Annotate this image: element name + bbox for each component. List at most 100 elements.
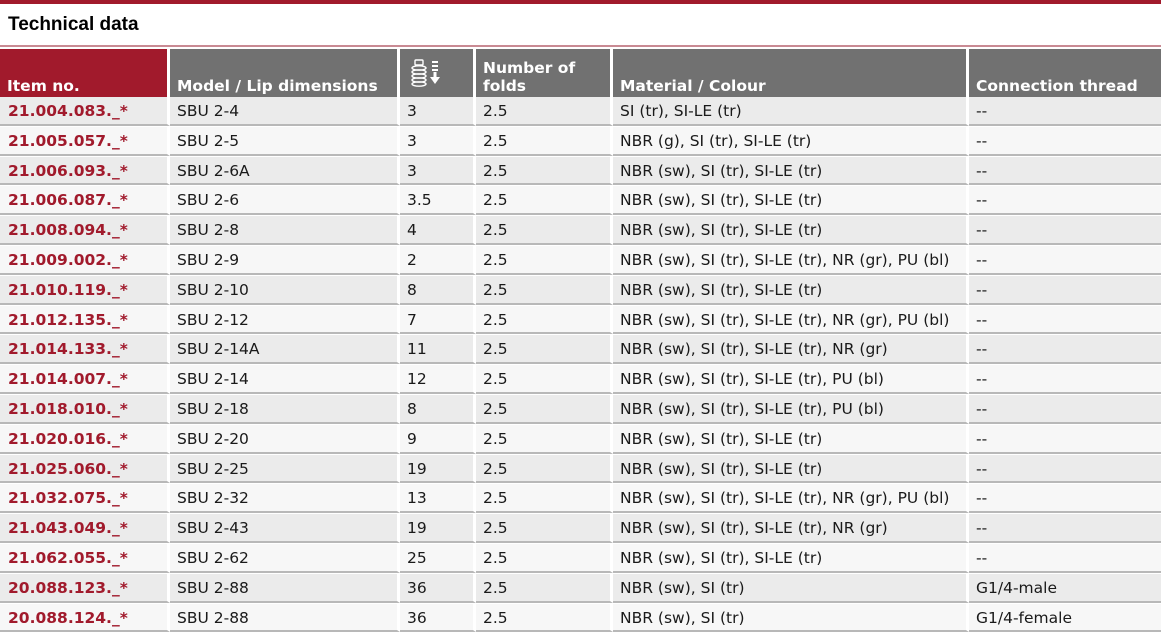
model-cell: SBU 2-18 xyxy=(170,394,400,424)
height-cell: 36 xyxy=(400,603,476,633)
material-cell: NBR (sw), SI (tr), SI-LE (tr) xyxy=(613,275,969,305)
folds-cell: 2.5 xyxy=(476,394,613,424)
thread-cell: -- xyxy=(969,97,1161,126)
folds-cell: 2.5 xyxy=(476,186,613,216)
height-cell: 2 xyxy=(400,245,476,275)
model-cell: SBU 2-88 xyxy=(170,603,400,633)
material-cell: NBR (sw), SI (tr), SI-LE (tr), NR (gr), … xyxy=(613,245,969,275)
height-cell: 25 xyxy=(400,543,476,573)
model-cell: SBU 2-32 xyxy=(170,484,400,514)
material-cell: NBR (sw), SI (tr), SI-LE (tr) xyxy=(613,186,969,216)
height-cell: 19 xyxy=(400,514,476,543)
model-cell: SBU 2-5 xyxy=(170,126,400,156)
height-cell: 8 xyxy=(400,394,476,424)
material-cell: NBR (sw), SI (tr), SI-LE (tr), PU (bl) xyxy=(613,394,969,424)
material-cell: NBR (sw), SI (tr), SI-LE (tr) xyxy=(613,156,969,186)
folds-cell: 2.5 xyxy=(476,335,613,365)
item-no-cell: 21.004.083._* xyxy=(0,97,170,126)
table-row: 21.004.083._* SBU 2-4 3 2.5 SI (tr), SI-LE (… xyxy=(0,97,1161,127)
folds-cell: 2.5 xyxy=(476,156,613,186)
table-row: 21.062.055._* SBU 2-62 25 2.5 NBR (sw), SI (… xyxy=(0,543,1161,574)
folds-cell: 2.5 xyxy=(476,573,613,603)
top-accent-rule xyxy=(0,0,1161,4)
item-no-cell: 21.032.075._* xyxy=(0,484,170,514)
material-cell: NBR (sw), SI (tr) xyxy=(613,603,969,633)
table-row: 20.088.123._* SBU 2-88 36 2.5 NBR (sw), SI (… xyxy=(0,573,1161,604)
thread-cell: -- xyxy=(969,424,1161,454)
item-no-cell: 21.018.010._* xyxy=(0,394,170,424)
model-cell: SBU 2-10 xyxy=(170,275,400,305)
header-model: Model / Lip dimensions xyxy=(170,49,400,97)
folds-cell: 2.5 xyxy=(476,543,613,573)
bellows-height-icon xyxy=(411,59,440,87)
model-cell: SBU 2-88 xyxy=(170,573,400,603)
height-cell: 12 xyxy=(400,365,476,394)
material-cell: NBR (sw), SI (tr), SI-LE (tr), NR (gr) xyxy=(613,514,969,543)
table-row: 21.005.057._* SBU 2-5 3 2.5 NBR (g), SI (tr)… xyxy=(0,126,1161,157)
folds-cell: 2.5 xyxy=(476,216,613,245)
table-row: 21.008.094._* SBU 2-8 4 2.5 NBR (sw), SI (tr… xyxy=(0,216,1161,246)
folds-cell: 2.5 xyxy=(476,275,613,305)
thread-cell: -- xyxy=(969,275,1161,305)
thread-cell: -- xyxy=(969,305,1161,335)
height-cell: 8 xyxy=(400,275,476,305)
model-cell: SBU 2-9 xyxy=(170,245,400,275)
item-no-cell: 21.062.055._* xyxy=(0,543,170,573)
material-cell: NBR (sw), SI (tr), SI-LE (tr) xyxy=(613,216,969,245)
item-no-cell: 20.088.123._* xyxy=(0,573,170,603)
header-folds-line1: Number of xyxy=(483,59,576,77)
model-cell: SBU 2-12 xyxy=(170,305,400,335)
model-cell: SBU 2-25 xyxy=(170,454,400,484)
table-row: 21.014.007._* SBU 2-14 12 2.5 NBR (sw), SI (… xyxy=(0,365,1161,395)
folds-cell: 2.5 xyxy=(476,454,613,484)
height-cell: 36 xyxy=(400,573,476,603)
item-no-cell: 21.008.094._* xyxy=(0,216,170,245)
model-cell: SBU 2-20 xyxy=(170,424,400,454)
item-no-cell: 21.043.049._* xyxy=(0,514,170,543)
thread-cell: -- xyxy=(969,514,1161,543)
header-number-of-folds: Number of folds xyxy=(476,49,613,97)
table-row: 21.018.010._* SBU 2-18 8 2.5 NBR (sw), SI (t… xyxy=(0,394,1161,425)
model-cell: SBU 2-8 xyxy=(170,216,400,245)
folds-cell: 2.5 xyxy=(476,305,613,335)
thread-cell: -- xyxy=(969,126,1161,156)
model-cell: SBU 2-6 xyxy=(170,186,400,216)
table-row: 21.006.093._* SBU 2-6A 3 2.5 NBR (sw), SI (t… xyxy=(0,156,1161,187)
thread-cell: -- xyxy=(969,365,1161,394)
thread-cell: -- xyxy=(969,245,1161,275)
folds-cell: 2.5 xyxy=(476,603,613,633)
page-title: Technical data xyxy=(8,14,139,35)
thread-cell: -- xyxy=(969,216,1161,245)
table-row: 21.032.075._* SBU 2-32 13 2.5 NBR (sw), SI (… xyxy=(0,484,1161,515)
material-cell: NBR (sw), SI (tr), SI-LE (tr) xyxy=(613,424,969,454)
height-cell: 9 xyxy=(400,424,476,454)
folds-cell: 2.5 xyxy=(476,245,613,275)
item-no-cell: 21.014.133._* xyxy=(0,335,170,365)
model-cell: SBU 2-4 xyxy=(170,97,400,126)
item-no-cell: 21.014.007._* xyxy=(0,365,170,394)
thread-cell: G1/4-female xyxy=(969,603,1161,633)
header-icon-cell xyxy=(400,49,476,97)
table-row: 21.020.016._* SBU 2-20 9 2.5 NBR (sw), SI (t… xyxy=(0,424,1161,455)
material-cell: NBR (g), SI (tr), SI-LE (tr) xyxy=(613,126,969,156)
table-row: 21.012.135._* SBU 2-12 7 2.5 NBR (sw), SI (t… xyxy=(0,305,1161,336)
material-cell: NBR (sw), SI (tr), SI-LE (tr) xyxy=(613,454,969,484)
height-cell: 3 xyxy=(400,126,476,156)
item-no-cell: 21.005.057._* xyxy=(0,126,170,156)
header-folds-line2: folds xyxy=(483,77,527,95)
item-no-cell: 21.010.119._* xyxy=(0,275,170,305)
table-row: 21.025.060._* SBU 2-25 19 2.5 NBR (sw), SI (… xyxy=(0,454,1161,485)
folds-cell: 2.5 xyxy=(476,365,613,394)
folds-cell: 2.5 xyxy=(476,97,613,126)
height-cell: 19 xyxy=(400,454,476,484)
item-no-cell: 21.020.016._* xyxy=(0,424,170,454)
height-cell: 13 xyxy=(400,484,476,514)
item-no-cell: 21.025.060._* xyxy=(0,454,170,484)
table-row: 21.043.049._* SBU 2-43 19 2.5 NBR (sw), SI (… xyxy=(0,514,1161,544)
material-cell: NBR (sw), SI (tr) xyxy=(613,573,969,603)
item-no-cell: 21.009.002._* xyxy=(0,245,170,275)
table-body: 21.004.083._* SBU 2-4 3 2.5 SI (tr), SI-LE (… xyxy=(0,97,1161,634)
header-item-no: Item no. xyxy=(0,49,170,97)
model-cell: SBU 2-14A xyxy=(170,335,400,365)
table-row: 21.014.133._* SBU 2-14A 11 2.5 NBR (sw), SI … xyxy=(0,335,1161,366)
